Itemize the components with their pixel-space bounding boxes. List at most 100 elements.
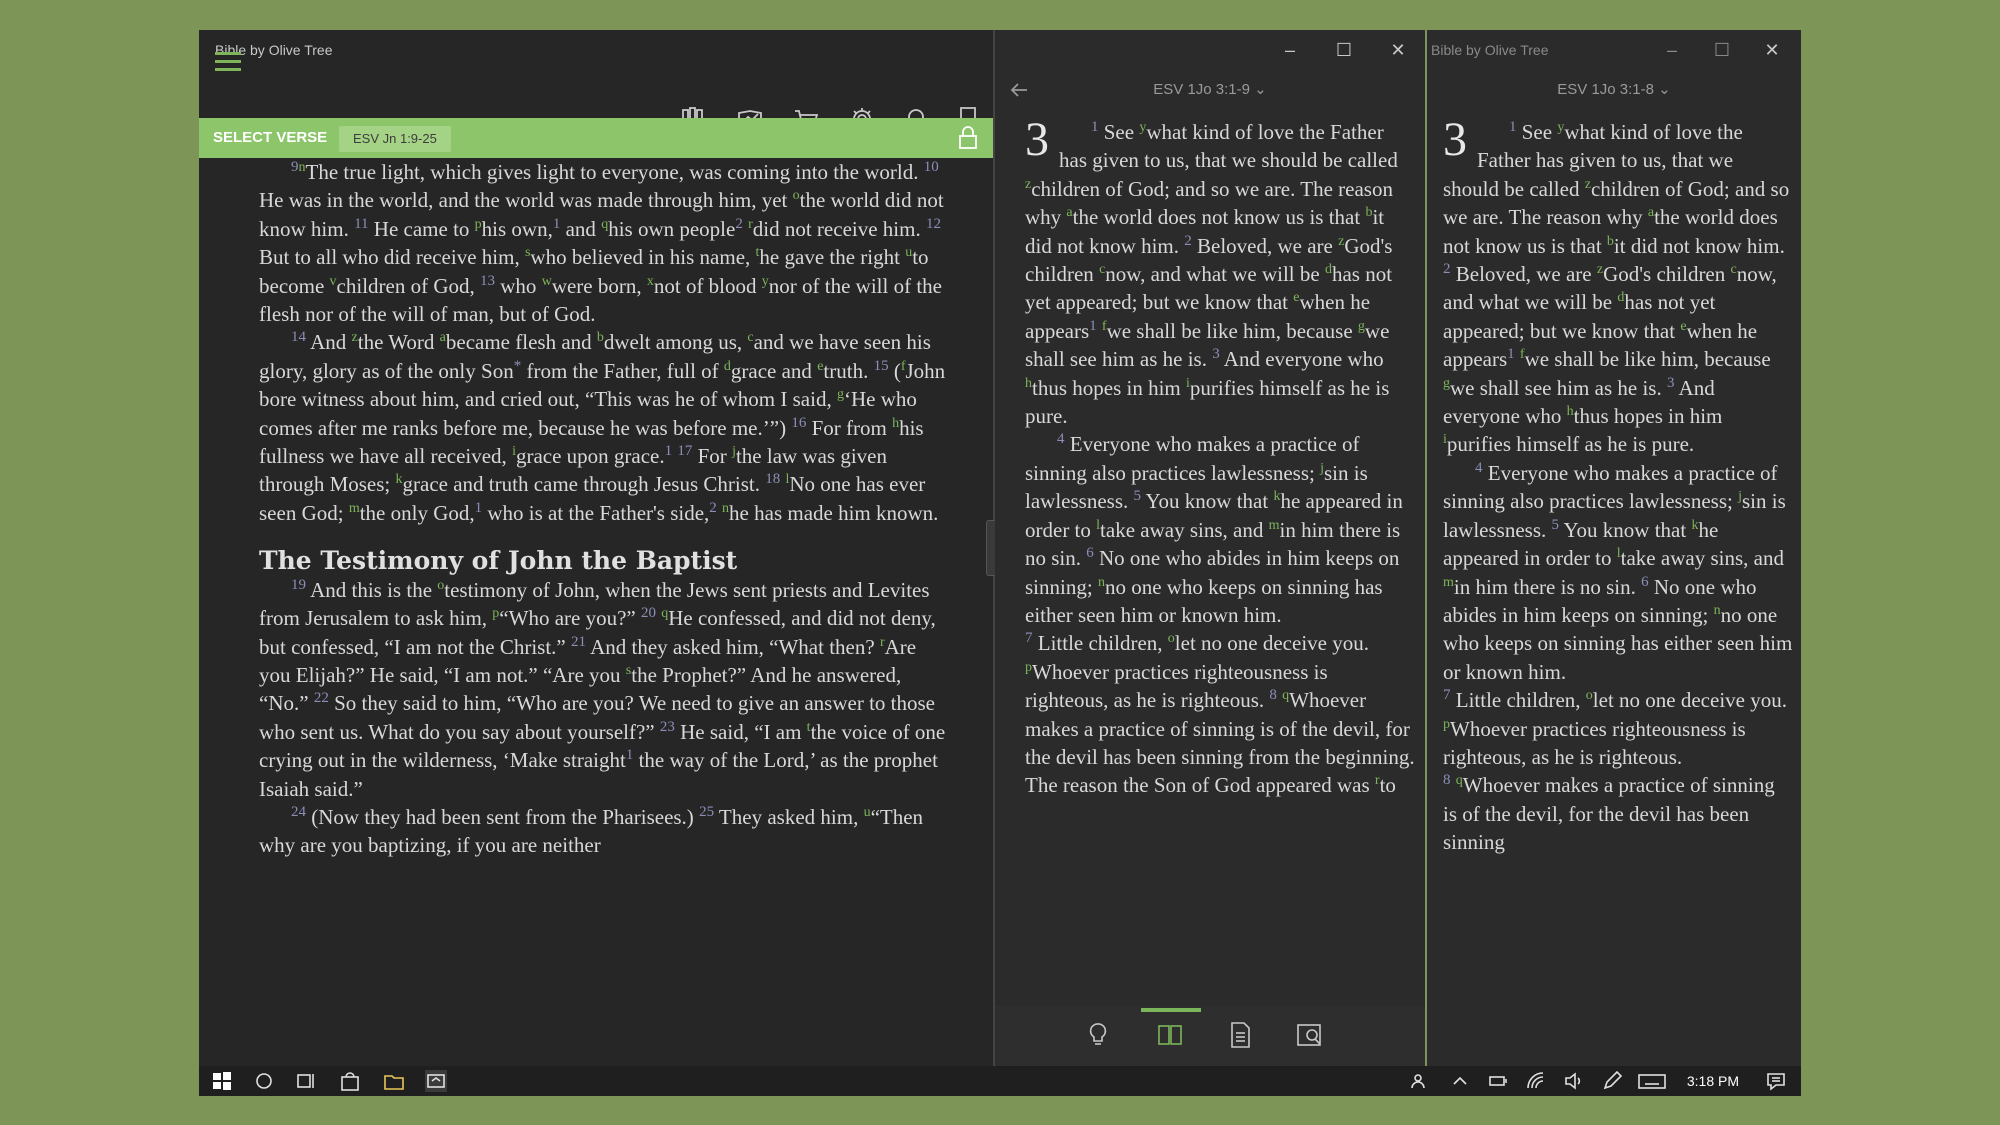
cross-reference-marker[interactable]: j <box>732 444 736 459</box>
verse-paragraph[interactable]: 1 See ywhat kind of love the Father has … <box>1443 118 1793 459</box>
cross-reference-marker[interactable]: g <box>1358 319 1365 334</box>
verse-reference-badge[interactable]: ESV Jn 1:9-25 <box>339 126 451 152</box>
hamburger-menu-icon[interactable] <box>215 52 241 74</box>
bible-text-1john[interactable]: 3 1 See ywhat kind of love the Father ha… <box>1025 118 1415 978</box>
verse-number[interactable]: 7 <box>1025 630 1033 646</box>
verse-number[interactable]: 8 <box>1443 772 1451 788</box>
cross-reference-marker[interactable]: d <box>1325 262 1332 277</box>
cross-reference-marker[interactable]: w <box>542 274 552 289</box>
cross-reference-marker[interactable]: r <box>1375 773 1380 788</box>
verse-paragraph[interactable]: 7 Little children, olet no one deceive y… <box>1025 629 1415 799</box>
bible-text-1john-right[interactable]: 3 1 See ywhat kind of love the Father ha… <box>1443 118 1793 1066</box>
verse-number[interactable]: 2 <box>709 500 717 516</box>
cross-reference-marker[interactable]: k <box>1691 518 1698 533</box>
cross-reference-marker[interactable]: e <box>1680 319 1686 334</box>
notes-document-icon[interactable] <box>1225 1020 1255 1050</box>
verse-number[interactable]: 20 <box>641 605 656 621</box>
verse-paragraph[interactable]: 14 And zthe Word abecame flesh and bdwel… <box>259 328 949 527</box>
cross-reference-marker[interactable]: d <box>724 359 731 374</box>
verse-number[interactable]: 1 <box>665 443 673 459</box>
verse-number[interactable]: 5 <box>1552 517 1560 533</box>
cross-reference-marker[interactable]: l <box>1096 518 1100 533</box>
lightbulb-icon[interactable] <box>1083 1020 1113 1050</box>
verse-number[interactable]: 22 <box>314 690 329 706</box>
cross-reference-marker[interactable]: c <box>747 330 753 345</box>
verse-number[interactable]: 10 <box>924 159 939 175</box>
cross-reference-marker[interactable]: n <box>299 160 306 175</box>
cross-reference-marker[interactable]: f <box>1102 319 1107 334</box>
cross-reference-marker[interactable]: m <box>1443 575 1454 590</box>
cross-reference-marker[interactable]: e <box>817 359 823 374</box>
cross-reference-marker[interactable]: v <box>330 274 337 289</box>
cross-reference-marker[interactable]: q <box>661 606 668 621</box>
action-center-icon[interactable] <box>1765 1070 1787 1092</box>
people-icon[interactable] <box>1409 1070 1431 1092</box>
cross-reference-marker[interactable]: x <box>647 274 654 289</box>
verse-number[interactable]: 1 <box>1091 119 1099 135</box>
cross-reference-marker[interactable]: i <box>1186 376 1190 391</box>
start-windows-icon[interactable] <box>211 1070 233 1092</box>
cross-reference-marker[interactable]: r <box>748 217 753 232</box>
store-bag-icon[interactable] <box>339 1070 361 1092</box>
cross-reference-marker[interactable]: k <box>1273 489 1280 504</box>
verse-number[interactable]: 9 <box>291 159 299 175</box>
cross-reference-marker[interactable]: p <box>475 217 482 232</box>
cross-reference-marker[interactable]: h <box>1567 404 1574 419</box>
verse-number[interactable]: 18 <box>765 471 780 487</box>
cross-reference-marker[interactable]: s <box>525 245 530 260</box>
volume-icon[interactable] <box>1563 1070 1585 1092</box>
cross-reference-marker[interactable]: s <box>626 663 631 678</box>
verse-number[interactable]: 16 <box>791 415 806 431</box>
pen-icon[interactable] <box>1601 1070 1623 1092</box>
verse-paragraph[interactable]: 24 (Now they had been sent from the Phar… <box>259 803 949 860</box>
parallel-books-icon[interactable] <box>1155 1020 1185 1050</box>
cross-reference-marker[interactable]: c <box>1099 262 1105 277</box>
cross-reference-marker[interactable]: g <box>1443 376 1450 391</box>
minimize-icon[interactable]: – <box>1275 40 1305 60</box>
cross-reference-marker[interactable]: p <box>1443 717 1450 732</box>
verse-number[interactable]: 11 <box>354 216 368 232</box>
cross-reference-marker[interactable]: l <box>1617 546 1621 561</box>
cross-reference-marker[interactable]: t <box>807 720 811 735</box>
file-explorer-icon[interactable] <box>383 1070 405 1092</box>
bible-text-john[interactable]: 9nThe true light, which gives light to e… <box>259 158 949 1064</box>
cross-reference-marker[interactable]: a <box>1648 205 1654 220</box>
verse-number[interactable]: 5 <box>1134 488 1142 504</box>
minimize-icon[interactable]: – <box>1657 40 1687 60</box>
verse-paragraph[interactable]: 19 And this is the otestimony of John, w… <box>259 576 949 803</box>
cross-reference-marker[interactable]: i <box>1443 432 1447 447</box>
cross-reference-marker[interactable]: j <box>1320 461 1324 476</box>
select-verse-bar[interactable]: SELECT VERSE ESV Jn 1:9-25 <box>199 118 993 158</box>
verse-paragraph[interactable]: 8 qWhoever makes a practice of sinning i… <box>1443 771 1793 856</box>
cross-reference-marker[interactable]: y <box>1557 120 1564 135</box>
cross-reference-marker[interactable]: z <box>1025 177 1031 192</box>
verse-number[interactable]: 17 <box>677 443 692 459</box>
battery-icon[interactable] <box>1487 1070 1509 1092</box>
verse-number[interactable]: 2 <box>1184 233 1192 249</box>
system-clock[interactable]: 3:18 PM <box>1687 1073 1739 1089</box>
verse-number[interactable]: 1 <box>626 747 634 763</box>
cross-reference-marker[interactable]: u <box>864 805 871 820</box>
cross-reference-marker[interactable]: m <box>1269 518 1280 533</box>
cross-reference-marker[interactable]: p <box>492 606 499 621</box>
cross-reference-marker[interactable]: t <box>756 245 760 260</box>
cross-reference-marker[interactable]: h <box>892 416 899 431</box>
verse-paragraph[interactable]: 1 See ywhat kind of love the Father has … <box>1025 118 1415 430</box>
cross-reference-marker[interactable]: u <box>905 245 912 260</box>
verse-number[interactable]: 24 <box>291 804 306 820</box>
verse-number[interactable]: 25 <box>699 804 714 820</box>
cortana-circle-icon[interactable] <box>253 1070 275 1092</box>
verse-number[interactable]: 21 <box>571 634 586 650</box>
cross-reference-marker[interactable]: i <box>512 444 516 459</box>
verse-number[interactable]: 1 <box>553 216 561 232</box>
cross-reference-marker[interactable]: m <box>349 501 360 516</box>
verse-number[interactable]: 4 <box>1057 431 1065 447</box>
cross-reference-marker[interactable]: p <box>1025 660 1032 675</box>
cross-reference-marker[interactable]: c <box>1731 262 1737 277</box>
verse-number[interactable]: 1 <box>1507 346 1515 362</box>
verse-number[interactable]: 3 <box>1212 346 1220 362</box>
cross-reference-marker[interactable]: q <box>601 217 608 232</box>
book-search-icon[interactable] <box>1295 1020 1325 1050</box>
maximize-icon[interactable]: ☐ <box>1707 40 1737 60</box>
wifi-icon[interactable] <box>1525 1070 1547 1092</box>
